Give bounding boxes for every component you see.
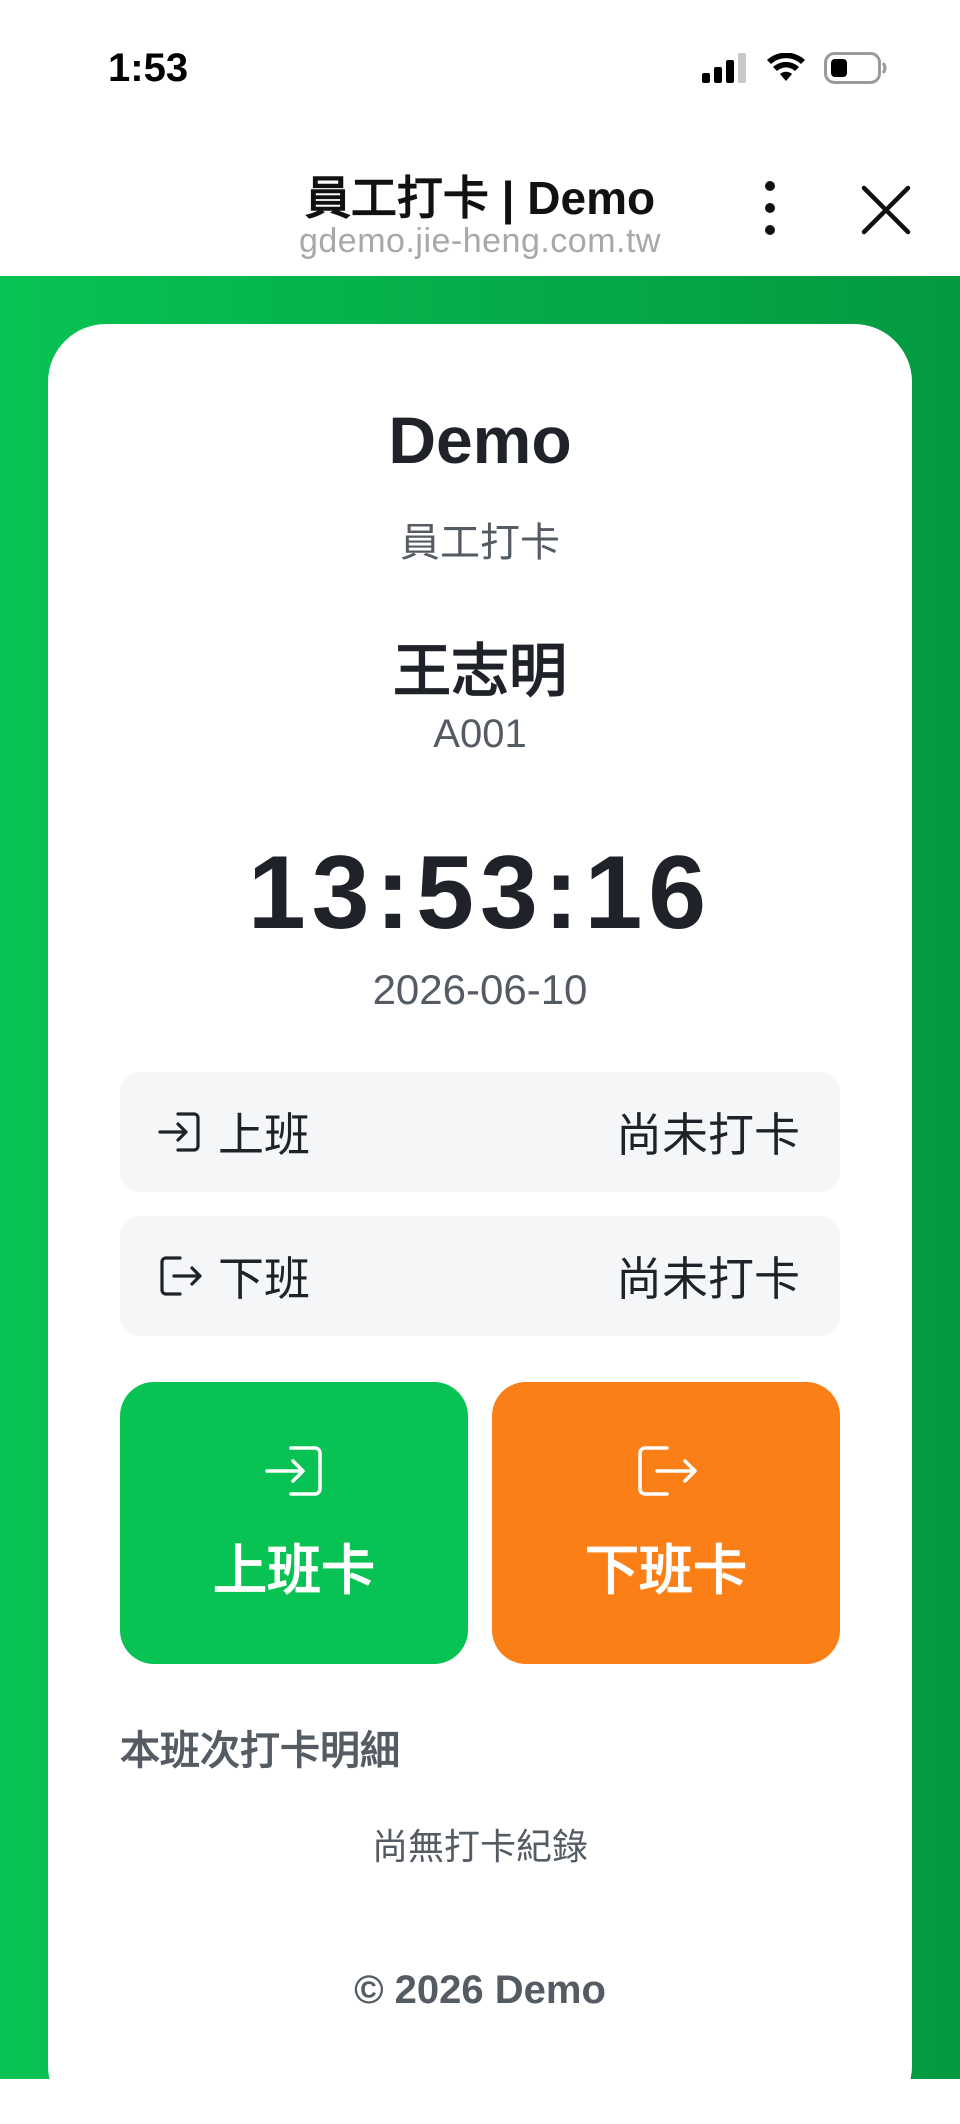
status-bar: 1:53 [0, 0, 960, 140]
employee-name: 王志明 [392, 639, 567, 704]
clock-in-label: 上班 [218, 1109, 310, 1161]
more-options-icon[interactable] [750, 178, 790, 238]
shift-detail-title: 本班次打卡明細 [120, 1729, 400, 1773]
shift-detail-empty: 尚無打卡紀錄 [371, 1826, 588, 1867]
live-clock: 13:53:16 [247, 835, 713, 951]
footer-copyright: © 2026 Demo [354, 1968, 606, 2012]
company-name: Demo [388, 403, 572, 477]
battery-icon [824, 52, 887, 84]
browser-url[interactable]: gdemo.jie-heng.com.tw [0, 222, 960, 261]
login-icon [265, 1445, 322, 1496]
clock-out-label: 下班 [218, 1253, 310, 1305]
login-icon [158, 1112, 200, 1152]
punch-card: Demo 員工打卡 王志明 A001 13:53:16 2026-06-10 上… [48, 324, 912, 2124]
logout-icon [160, 1256, 202, 1296]
employee-id: A001 [433, 712, 527, 756]
current-date: 2026-06-10 [372, 966, 588, 1013]
browser-bar: 員工打卡 | Demo gdemo.jie-heng.com.tw [0, 140, 960, 276]
browser-title: 員工打卡 | Demo [304, 172, 656, 224]
status-time: 1:53 [108, 46, 189, 90]
logout-icon [638, 1445, 697, 1496]
clock-in-button-label: 上班卡 [213, 1540, 375, 1601]
status-icons [702, 52, 888, 84]
cellular-signal-icon [702, 53, 746, 83]
clock-in-button[interactable]: 上班卡 [120, 1382, 468, 1664]
clock-out-button-label: 下班卡 [585, 1540, 747, 1601]
clock-in-status: 尚未打卡 [616, 1109, 800, 1161]
clock-out-status: 尚未打卡 [616, 1253, 800, 1305]
page-subtitle: 員工打卡 [400, 521, 560, 565]
close-icon[interactable] [860, 184, 912, 236]
clock-out-button[interactable]: 下班卡 [492, 1382, 840, 1664]
wifi-icon [767, 53, 805, 81]
clock-in-status-row: 上班 尚未打卡 [120, 1072, 840, 1192]
clock-out-status-row: 下班 尚未打卡 [120, 1216, 840, 1336]
